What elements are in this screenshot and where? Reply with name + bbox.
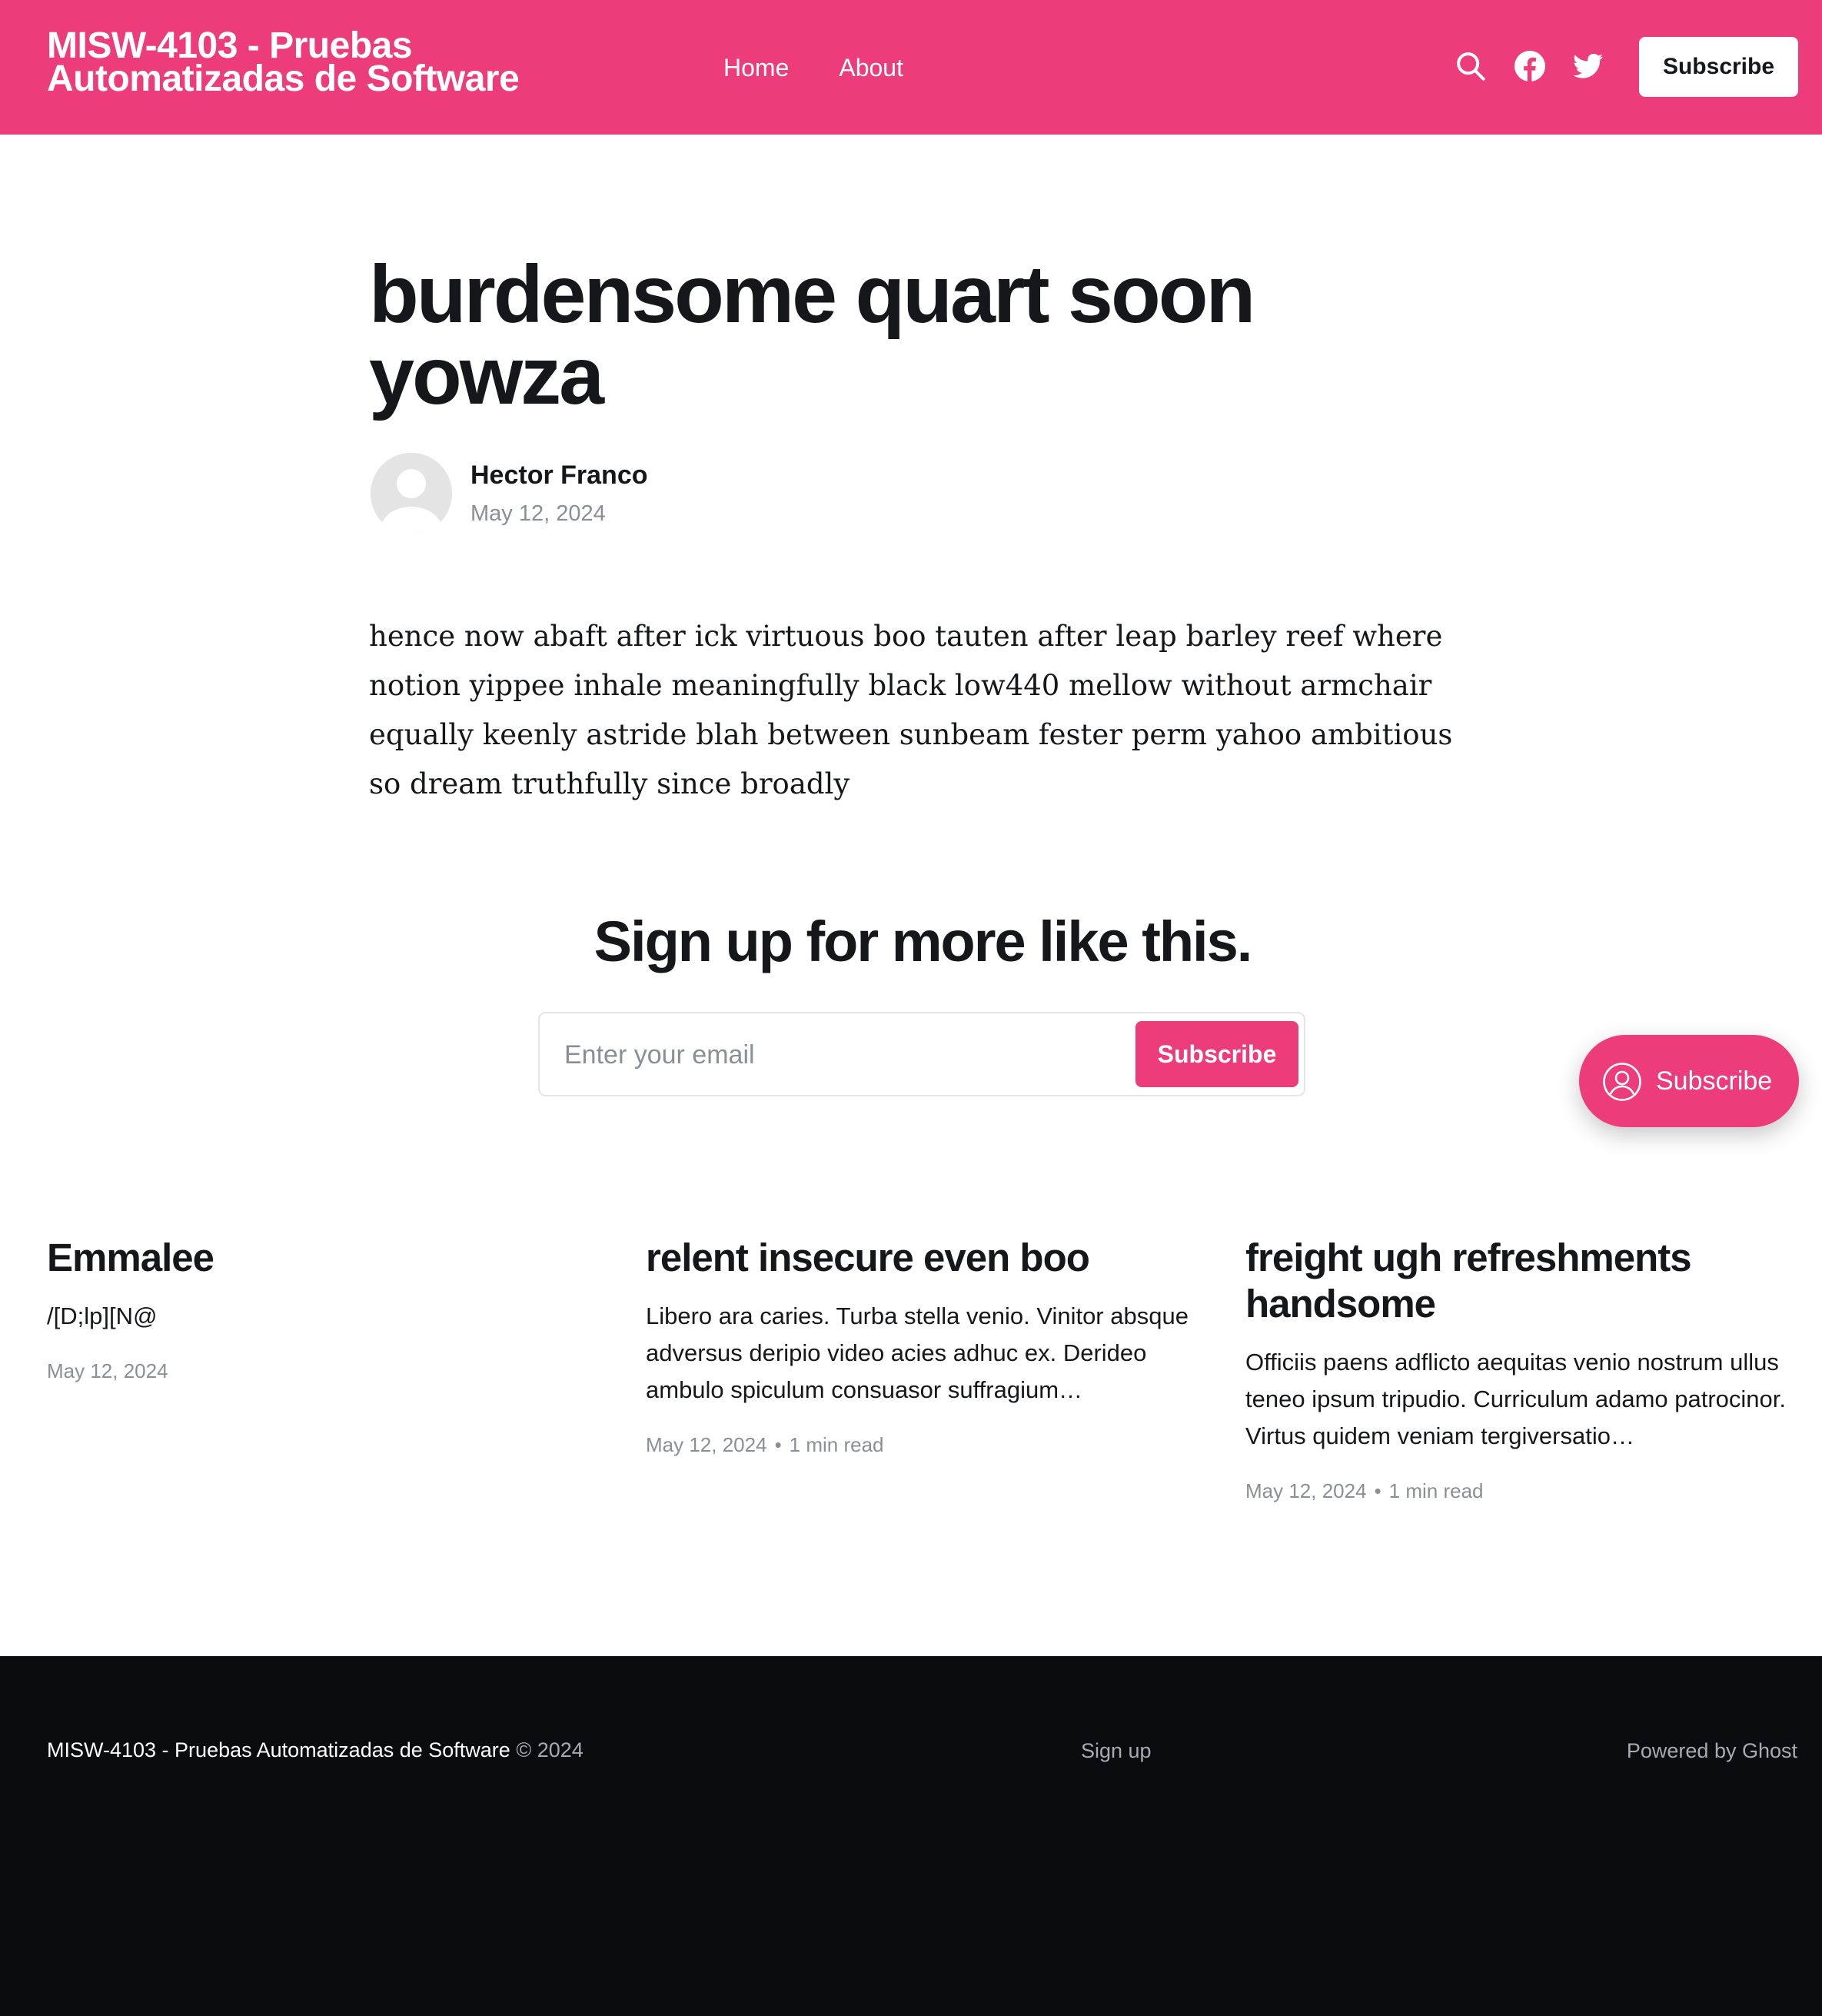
site-title-link[interactable]: MISW-4103 - Pruebas Automatizadas de Sof… xyxy=(47,28,662,98)
card-excerpt: /[D;lp][N@ xyxy=(47,1302,158,1329)
post-date: May 12, 2024 xyxy=(470,501,606,526)
cta-signup-form: Subscribe xyxy=(538,1012,1305,1096)
footer-powered-by-link[interactable]: Powered by Ghost xyxy=(1627,1737,1797,1765)
portal-label: Subscribe xyxy=(1656,1066,1773,1096)
nav-item-about[interactable]: About xyxy=(839,52,903,83)
card-excerpt: Officiis paens adflicto aequitas venio n… xyxy=(1245,1349,1787,1449)
twitter-icon[interactable] xyxy=(1573,51,1604,82)
cta-subscribe-button[interactable]: Subscribe xyxy=(1135,1021,1298,1087)
card-meta: May 12, 2024 • 1 min read xyxy=(646,1432,1199,1458)
meta-separator: • xyxy=(1374,1479,1381,1502)
card-meta: May 12, 2024 • 1 min read xyxy=(1245,1478,1799,1504)
post-title: burdensome quart soon yowza xyxy=(369,249,1255,421)
card-excerpt: Libero ara caries. Turba stella venio. V… xyxy=(646,1302,1189,1403)
portal-subscribe-button[interactable]: Subscribe xyxy=(1579,1035,1799,1127)
user-placeholder-icon xyxy=(371,453,452,534)
site-footer xyxy=(0,1656,1822,2016)
email-input[interactable] xyxy=(563,1030,1119,1080)
post-card[interactable]: relent insecure even boo Libero ara cari… xyxy=(646,1235,1199,1458)
card-reading-time: 1 min read xyxy=(789,1433,884,1456)
search-icon[interactable] xyxy=(1455,51,1486,82)
footer-copyright: MISW-4103 - Pruebas Automatizadas de Sof… xyxy=(47,1736,584,1764)
author-name[interactable]: Hector Franco xyxy=(470,458,648,492)
card-date: May 12, 2024 xyxy=(1245,1479,1367,1502)
card-meta: May 12, 2024 xyxy=(47,1358,600,1384)
card-title[interactable]: relent insecure even boo xyxy=(646,1235,1199,1281)
post-card[interactable]: Emmalee /[D;lp][N@ May 12, 2024 xyxy=(47,1235,600,1384)
footer-year: © 2024 xyxy=(516,1738,584,1762)
cta-title: Sign up for more like this. xyxy=(593,910,1253,973)
user-circle-icon xyxy=(1602,1062,1642,1102)
post-content: hence now abaft after ick virtuous boo t… xyxy=(369,620,1453,800)
header-subscribe-button[interactable]: Subscribe xyxy=(1639,37,1798,97)
card-title[interactable]: Emmalee xyxy=(47,1235,600,1281)
card-date: May 12, 2024 xyxy=(47,1359,168,1382)
facebook-icon[interactable] xyxy=(1514,51,1545,82)
meta-separator: • xyxy=(774,1433,782,1456)
avatar[interactable] xyxy=(371,453,452,534)
card-title[interactable]: freight ugh refreshments handsome xyxy=(1245,1235,1799,1327)
card-date: May 12, 2024 xyxy=(646,1433,767,1456)
post-card[interactable]: freight ugh refreshments handsome Offici… xyxy=(1245,1235,1799,1504)
main-nav: Home About xyxy=(723,52,903,83)
card-reading-time: 1 min read xyxy=(1388,1479,1484,1502)
footer-signup-link[interactable]: Sign up xyxy=(1081,1737,1152,1765)
footer-site-link[interactable]: MISW-4103 - Pruebas Automatizadas de Sof… xyxy=(47,1738,510,1762)
nav-item-home[interactable]: Home xyxy=(723,52,789,83)
site-header: MISW-4103 - Pruebas Automatizadas de Sof… xyxy=(0,0,1822,135)
